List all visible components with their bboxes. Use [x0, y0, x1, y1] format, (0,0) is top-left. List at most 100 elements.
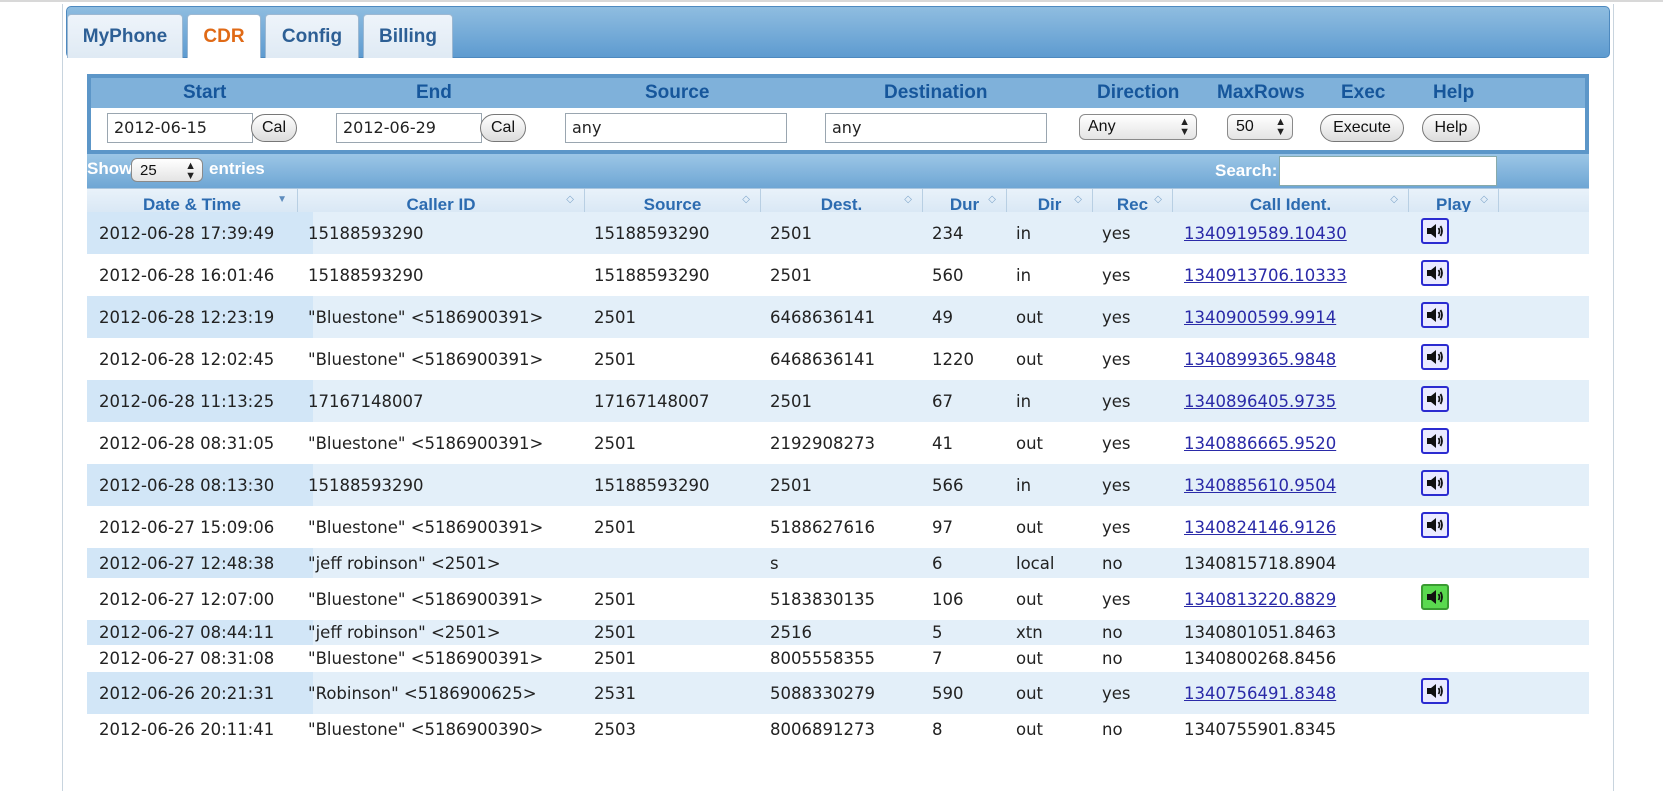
speaker-icon [1427, 590, 1443, 604]
cell-dur: 67 [932, 391, 953, 411]
select-arrows-icon: ▲ ▼ [185, 160, 196, 182]
maxrows-select[interactable]: 50 ▲ ▼ [1227, 114, 1293, 140]
cell-callident: 1340815718.8904 [1184, 553, 1337, 573]
callident-link[interactable]: 1340824146.9126 [1184, 518, 1336, 537]
cell-dur: 590 [932, 683, 964, 703]
callident-link[interactable]: 1340886665.9520 [1184, 434, 1336, 453]
cell-datetime: 2012-06-28 08:31:05 [99, 433, 275, 453]
play-button[interactable] [1421, 428, 1449, 454]
speaker-icon [1427, 308, 1443, 322]
entries-select[interactable]: 25 ▲ ▼ [131, 158, 203, 182]
direction-select[interactable]: Any ▲ ▼ [1079, 114, 1197, 140]
callident-link[interactable]: 1340899365.9848 [1184, 350, 1336, 369]
table-row: 2012-06-27 12:48:38 "jeff robinson" <2501… [87, 548, 1589, 578]
tab-config[interactable]: Config [265, 14, 359, 58]
table-row: 2012-06-28 16:01:46 15188593290 1518859329… [87, 254, 1589, 296]
table-row: 2012-06-26 20:11:41 "Bluestone" <51869003… [87, 714, 1589, 744]
speaker-icon [1427, 684, 1443, 698]
cell-rec: no [1102, 553, 1123, 573]
callident-link[interactable]: 1340756491.8348 [1184, 684, 1336, 703]
cell-datetime: 2012-06-26 20:11:41 [99, 719, 275, 739]
play-button[interactable] [1421, 386, 1449, 412]
play-button[interactable] [1421, 344, 1449, 370]
source-label: Source [645, 82, 710, 103]
table-row: 2012-06-27 15:09:06 "Bluestone" <51869003… [87, 506, 1589, 548]
cell-callident[interactable]: 1340813220.8829 [1184, 578, 1336, 620]
cell-source: 2501 [594, 623, 636, 642]
cell-dest: 6468636141 [770, 307, 875, 327]
tab-billing[interactable]: Billing [363, 14, 453, 58]
cell-dest: 5183830135 [770, 589, 875, 609]
table-row: 2012-06-28 12:23:19 "Bluestone" <51869003… [87, 296, 1589, 338]
cell-callident[interactable]: 1340824146.9126 [1184, 506, 1336, 548]
callident-link[interactable]: 1340913706.10333 [1184, 266, 1347, 285]
cell-rec: yes [1102, 265, 1131, 285]
play-button[interactable] [1421, 260, 1449, 286]
sort-desc-icon: ▼ [277, 194, 287, 205]
callident-link[interactable]: 1340813220.8829 [1184, 590, 1336, 609]
tab-cdr[interactable]: CDR [187, 14, 261, 58]
cell-dir: in [1016, 475, 1032, 495]
search-label: Search: [1215, 161, 1278, 180]
cell-dir: out [1016, 307, 1044, 327]
cell-dest: 5188627616 [770, 517, 875, 537]
play-button[interactable] [1421, 302, 1449, 328]
cell-dest: 5088330279 [770, 683, 875, 703]
cell-dir: out [1016, 589, 1044, 609]
callident-link[interactable]: 1340900599.9914 [1184, 308, 1336, 327]
play-button[interactable] [1421, 584, 1449, 610]
source-input[interactable]: any [565, 113, 787, 143]
execute-button[interactable]: Execute [1320, 114, 1404, 142]
cell-callident[interactable]: 1340896405.9735 [1184, 380, 1336, 422]
destination-input[interactable]: any [825, 113, 1047, 143]
start-date-input[interactable]: 2012-06-15 [107, 113, 253, 143]
direction-select-value: Any [1088, 118, 1116, 135]
play-button[interactable] [1421, 218, 1449, 244]
cell-callident[interactable]: 1340899365.9848 [1184, 338, 1336, 380]
play-button[interactable] [1421, 470, 1449, 496]
cell-dur: 49 [932, 307, 953, 327]
cell-callerid: 15188593290 [308, 265, 424, 285]
sort-icon: ◇ [1480, 194, 1488, 205]
search-input[interactable] [1279, 156, 1497, 186]
speaker-icon [1427, 224, 1443, 238]
cell-callident[interactable]: 1340913706.10333 [1184, 254, 1347, 296]
select-arrows-icon: ▲ ▼ [1179, 116, 1190, 138]
play-button[interactable] [1421, 678, 1449, 704]
cell-dir: in [1016, 391, 1032, 411]
speaker-icon [1427, 392, 1443, 406]
cell-callerid: 15188593290 [308, 223, 424, 243]
select-arrows-icon: ▲ ▼ [1275, 116, 1286, 138]
sort-icon: ◇ [742, 194, 750, 205]
cell-dest: s [770, 553, 779, 573]
play-button[interactable] [1421, 512, 1449, 538]
cell-datetime: 2012-06-28 16:01:46 [99, 265, 275, 285]
cell-callerid: "Bluestone" <5186900391> [308, 517, 544, 537]
table-row: 2012-06-28 12:02:45 "Bluestone" <51869003… [87, 338, 1589, 380]
cell-callident[interactable]: 1340756491.8348 [1184, 672, 1336, 714]
cell-callident: 1340801051.8463 [1184, 623, 1337, 642]
cell-callident[interactable]: 1340886665.9520 [1184, 422, 1336, 464]
tab-myphone[interactable]: MyPhone [67, 14, 183, 58]
end-date-input[interactable]: 2012-06-29 [336, 113, 482, 143]
cell-source: 2501 [594, 589, 636, 609]
sort-icon: ◇ [1154, 194, 1162, 205]
cell-source: 15188593290 [594, 475, 710, 495]
cell-callident[interactable]: 1340885610.9504 [1184, 464, 1336, 506]
cell-callerid: 15188593290 [308, 475, 424, 495]
cell-callerid: "Bluestone" <5186900391> [308, 433, 544, 453]
cell-datetime: 2012-06-28 17:39:49 [87, 212, 313, 254]
callident-link[interactable]: 1340896405.9735 [1184, 392, 1336, 411]
help-button[interactable]: Help [1422, 114, 1480, 142]
callident-link[interactable]: 1340919589.10430 [1184, 224, 1347, 243]
end-cal-button[interactable]: Cal [480, 114, 526, 142]
cell-callident[interactable]: 1340919589.10430 [1184, 212, 1347, 254]
cell-dir: in [1016, 223, 1032, 243]
cell-dur: 106 [932, 589, 964, 609]
start-cal-button[interactable]: Cal [251, 114, 297, 142]
callident-link[interactable]: 1340885610.9504 [1184, 476, 1336, 495]
cell-callident[interactable]: 1340900599.9914 [1184, 296, 1336, 338]
cell-dur: 1220 [932, 349, 974, 369]
table-row: 2012-06-26 20:21:31 "Robinson" <518690062… [87, 672, 1589, 714]
entries-select-value: 25 [140, 161, 157, 179]
